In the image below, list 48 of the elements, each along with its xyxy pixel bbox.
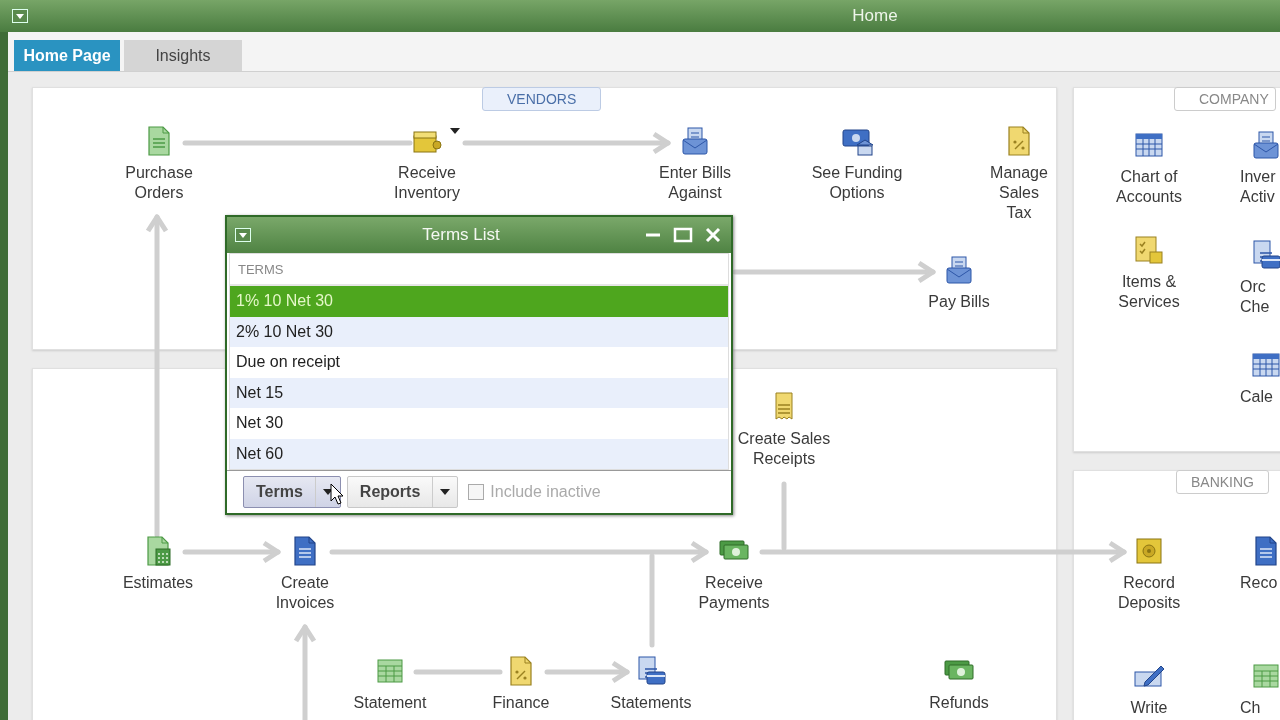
node-label[interactable]: Ch bbox=[1240, 698, 1261, 718]
node-label[interactable]: Manage Sales Tax bbox=[990, 163, 1048, 223]
system-menu-icon[interactable] bbox=[235, 228, 251, 242]
node-label[interactable]: Statements bbox=[610, 693, 692, 713]
list-row[interactable]: Net 15 bbox=[230, 377, 728, 408]
list-row[interactable]: Net 60 bbox=[230, 438, 728, 469]
list-row[interactable]: Due on receipt bbox=[230, 347, 728, 378]
node-label[interactable]: Enter Bills Against bbox=[659, 163, 731, 203]
node-label[interactable]: Cale bbox=[1240, 387, 1273, 407]
dropdown-caret-icon bbox=[440, 489, 451, 495]
node-label[interactable]: Inver Activ bbox=[1240, 167, 1276, 207]
checkbox-label: Include inactive bbox=[490, 483, 601, 501]
node-label[interactable]: Create Sales Receipts bbox=[737, 429, 831, 469]
safe-icon bbox=[1133, 535, 1165, 567]
node-label[interactable]: Record Deposits bbox=[1117, 573, 1181, 613]
tab[interactable]: Insights bbox=[124, 40, 242, 71]
menu-button[interactable]: Terms bbox=[243, 476, 341, 508]
node-label[interactable]: Create Invoices bbox=[275, 573, 335, 613]
menu-button[interactable]: Reports bbox=[346, 476, 459, 508]
node-label[interactable]: Statement bbox=[353, 693, 427, 713]
node-label[interactable]: Receive Payments bbox=[698, 573, 770, 613]
folder-icon bbox=[1133, 234, 1165, 266]
node-label[interactable]: Estimates bbox=[122, 573, 194, 593]
node-label[interactable]: Chart of Accounts bbox=[1116, 167, 1182, 207]
envelope-icon bbox=[679, 125, 711, 157]
envelope-icon bbox=[1250, 129, 1280, 161]
node-label[interactable]: Purchase Orders bbox=[125, 163, 193, 203]
node-label[interactable]: Write bbox=[1130, 698, 1168, 718]
node-label[interactable]: Refunds bbox=[929, 693, 989, 713]
node-label[interactable]: Items & Services bbox=[1118, 272, 1180, 312]
window-title: Home bbox=[851, 6, 899, 26]
node-label[interactable]: Pay Bills bbox=[928, 292, 990, 312]
window-title: Terms List bbox=[421, 225, 501, 245]
maximize-icon[interactable] bbox=[671, 225, 695, 245]
list-row[interactable]: 2% 10 Net 30 bbox=[230, 316, 728, 347]
node-label[interactable]: Reco bbox=[1240, 573, 1278, 593]
system-menu-icon[interactable] bbox=[12, 9, 28, 23]
flow-line bbox=[781, 481, 787, 551]
list-row[interactable]: Net 30 bbox=[230, 408, 728, 439]
document-icon bbox=[1250, 239, 1280, 271]
node-label[interactable]: Orc Che bbox=[1240, 277, 1270, 317]
node-label[interactable]: See Funding Options bbox=[811, 163, 903, 203]
document-icon bbox=[635, 655, 667, 687]
node-label[interactable]: Receive Inventory bbox=[394, 163, 460, 203]
mouse-cursor-icon bbox=[330, 483, 344, 505]
envelope-icon bbox=[943, 254, 975, 286]
node-label[interactable]: Finance bbox=[492, 693, 550, 713]
dropdown-caret-icon[interactable] bbox=[450, 128, 460, 134]
